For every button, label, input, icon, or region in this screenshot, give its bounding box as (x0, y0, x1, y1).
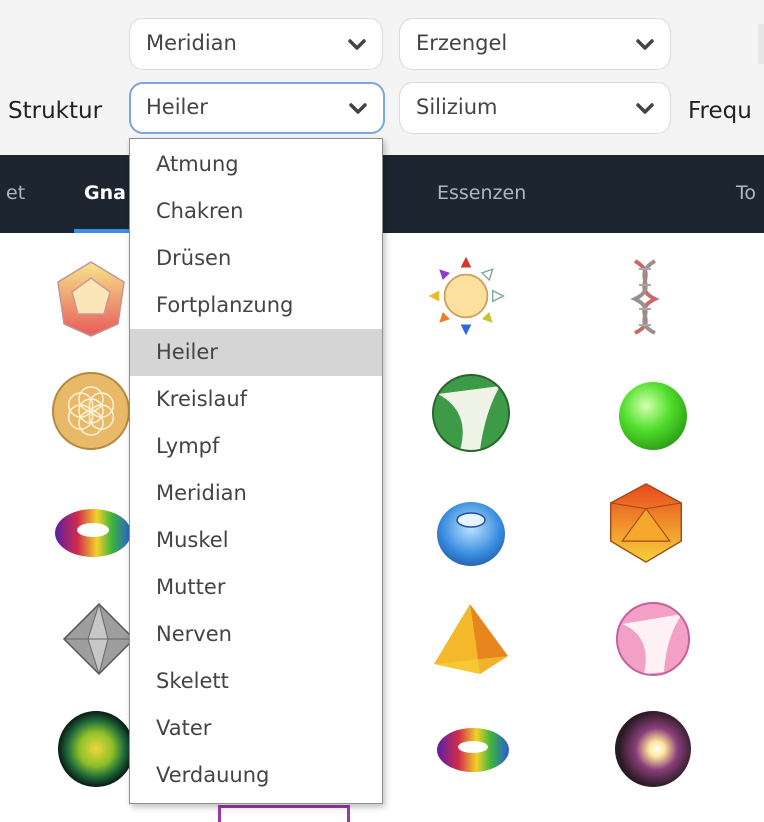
rainbow-torus-icon[interactable] (52, 492, 134, 574)
tab-partial-left[interactable]: et (6, 182, 25, 204)
struktur-label: Struktur (8, 98, 103, 124)
partial-control[interactable] (758, 24, 764, 64)
option-chakren[interactable]: Chakren (130, 188, 382, 235)
dark-aura-sphere-icon[interactable] (55, 708, 137, 790)
selected-item-frame[interactable] (218, 805, 350, 822)
dna-helix-icon[interactable] (605, 255, 687, 337)
option-druesen[interactable]: Drüsen (130, 235, 382, 282)
tab-active[interactable]: Gna (84, 182, 126, 204)
material-select[interactable]: Silizium (399, 82, 671, 134)
meridian-select[interactable]: Meridian (129, 18, 383, 70)
pyramid-icon[interactable] (430, 600, 512, 682)
tab-partial-right[interactable]: To (736, 182, 756, 204)
option-atmung[interactable]: Atmung (130, 141, 382, 188)
icosahedron-icon[interactable] (605, 482, 687, 564)
octahedron-icon[interactable] (58, 598, 140, 680)
flower-of-life-icon[interactable] (50, 370, 132, 452)
tab-essenzen[interactable]: Essenzen (437, 182, 526, 204)
erzengel-select-value: Erzengel (416, 31, 508, 55)
striped-sphere-pink-icon[interactable] (612, 598, 694, 680)
erzengel-select[interactable]: Erzengel (399, 18, 671, 70)
material-select-value: Silizium (416, 95, 498, 119)
dodecahedron-icon[interactable] (50, 258, 132, 340)
chevron-down-icon (349, 103, 367, 114)
chevron-down-icon (348, 39, 366, 50)
rainbow-torus-icon[interactable] (432, 706, 514, 788)
option-verdauung[interactable]: Verdauung (130, 752, 382, 799)
chevron-down-icon (636, 103, 654, 114)
option-kreislauf[interactable]: Kreislauf (130, 376, 382, 423)
chevron-down-icon (636, 39, 654, 50)
option-vater[interactable]: Vater (130, 705, 382, 752)
frequenz-label: Frequ (688, 98, 752, 124)
struktur-select-value: Heiler (146, 95, 208, 119)
struktur-select[interactable]: Heiler (129, 82, 385, 134)
striped-sphere-green-icon[interactable] (430, 372, 512, 454)
option-lympf[interactable]: Lympf (130, 423, 382, 470)
sun-rays-icon[interactable] (425, 255, 507, 337)
purple-glow-sphere-icon[interactable] (612, 708, 694, 790)
meridian-select-value: Meridian (146, 31, 237, 55)
option-meridian[interactable]: Meridian (130, 470, 382, 517)
option-muskel[interactable]: Muskel (130, 517, 382, 564)
option-nerven[interactable]: Nerven (130, 611, 382, 658)
option-skelett[interactable]: Skelett (130, 658, 382, 705)
blue-geode-icon[interactable] (430, 490, 512, 572)
option-heiler[interactable]: Heiler (130, 329, 382, 376)
option-fortplanzung[interactable]: Fortplanzung (130, 282, 382, 329)
struktur-dropdown-list: Atmung Chakren Drüsen Fortplanzung Heile… (129, 138, 383, 804)
green-sphere-icon[interactable] (612, 375, 694, 457)
option-mutter[interactable]: Mutter (130, 564, 382, 611)
